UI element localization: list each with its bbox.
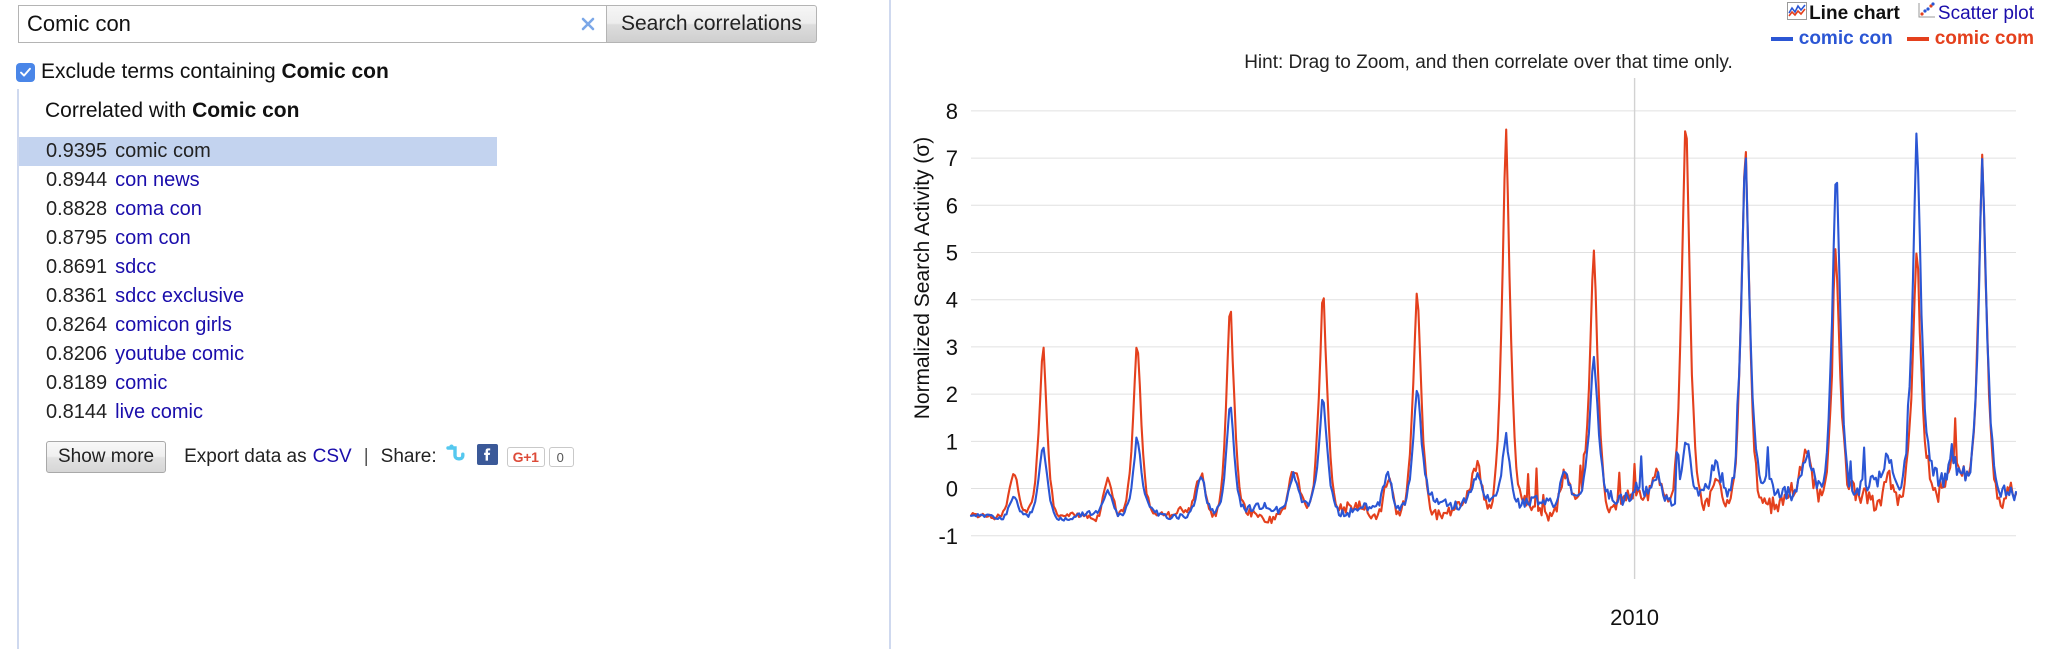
y-axis-tick-label: 6 [946,193,958,218]
tab-line-chart[interactable]: Line chart [1787,2,1900,26]
show-more-button[interactable]: Show more [46,441,167,473]
correlation-value: 0.8828 [46,198,108,220]
correlation-term[interactable]: sdcc exclusive [115,285,244,308]
line-chart-label: Line chart [1809,3,1900,24]
legend-label-comic-com: comic com [1934,28,2034,49]
csv-export-link[interactable]: CSV [313,446,352,468]
result-row-6[interactable]: 0.8264 comicon girls [19,311,672,340]
results-title: Correlated with Comic con [45,99,299,123]
separator: | [363,446,369,467]
y-axis-tick-label: 3 [946,335,958,360]
line-chart-icon [1787,2,1808,26]
correlation-value: 0.8691 [46,256,108,278]
facebook-f-icon[interactable] [476,443,498,471]
chart-mode-toolbar: Line chart Scatter plot [1787,2,2034,26]
correlation-term[interactable]: comicon girls [115,314,232,337]
correlation-value: 0.8206 [46,343,108,365]
correlation-value: 0.9395 [46,140,108,162]
clear-x-icon[interactable] [578,14,598,34]
exclude-label-prefix: Exclude terms containing [41,60,282,83]
result-row-5[interactable]: 0.8361 sdcc exclusive [19,282,672,311]
legend-swatch-red [1906,37,1929,41]
correlation-term[interactable]: con news [115,169,200,192]
results-panel: Correlated with Comic con 0.9395 comic c… [17,89,672,649]
result-row-7[interactable]: 0.8206 youtube comic [19,340,672,369]
x-axis-tick-label: 2010 [1610,605,1659,630]
result-row-3[interactable]: 0.8795 com con [19,224,672,253]
share-label: Share: [380,446,437,467]
chart-legend: comic con comic com [1757,28,2034,50]
correlation-results-list: 0.9395 comic com 0.8944 con news 0.8828 … [19,137,672,427]
correlation-term[interactable]: coma con [115,198,202,221]
export-data-label: Export data as [184,446,307,467]
results-footer: Show more Export data as CSV | Share: G+… [46,441,574,473]
scatter-plot-icon [1916,2,1936,26]
google-plus-one-button[interactable]: G+1 0 [506,447,574,467]
scatter-plot-label: Scatter plot [1937,3,2034,24]
legend-entry-comic-con: comic con [1770,28,1893,50]
result-row-4[interactable]: 0.8691 sdcc [19,253,672,282]
search-correlations-button[interactable]: Search correlations [606,5,817,43]
correlation-value: 0.8189 [46,372,108,394]
twitter-bird-icon[interactable] [445,444,468,470]
result-row-8[interactable]: 0.8189 comic [19,369,672,398]
correlation-value: 0.8144 [46,401,108,423]
series-line-comic-com [969,128,2018,525]
result-row-9[interactable]: 0.8144 live comic [19,398,672,427]
legend-entry-comic-com: comic com [1906,28,2034,50]
correlation-value: 0.8944 [46,169,108,191]
y-axis-tick-label: 7 [946,146,958,171]
chart-plot-area[interactable]: Normalized Search Activity (σ) -1 0 1 2 3 4 5 6… [891,78,2048,649]
exclude-term: Comic con [281,60,389,83]
y-axis-tick-label: 5 [946,241,958,266]
correlation-value: 0.8795 [46,227,108,249]
correlation-term[interactable]: sdcc [115,256,156,279]
google-correlate-page: Search correlations Exclude terms contai… [0,0,2048,649]
exclude-terms-row[interactable]: Exclude terms containing Comic con [16,60,389,84]
results-title-prefix: Correlated with [45,99,193,122]
gplus-count: 0 [548,447,574,467]
result-row-2[interactable]: 0.8828 coma con [19,195,672,224]
search-row: Search correlations [18,5,817,43]
exclude-terms-label: Exclude terms containing Comic con [41,60,389,84]
correlation-value: 0.8361 [46,285,108,307]
y-axis-tick-label: -1 [938,524,958,549]
y-axis-tick-label: 8 [946,99,958,124]
search-box [18,5,606,43]
correlation-term[interactable]: comic com [115,140,211,163]
y-axis-tick-label: 4 [946,288,958,313]
y-axis-tick-label: 0 [946,477,958,502]
correlation-term[interactable]: com con [115,227,191,250]
chart-svg[interactable]: -1 0 1 2 3 4 5 6 7 8 2010 [891,78,2048,649]
result-row-1[interactable]: 0.8944 con news [19,166,672,195]
tab-scatter-plot[interactable]: Scatter plot [1916,2,2034,26]
exclude-terms-checkbox[interactable] [16,62,35,82]
legend-label-comic-con: comic con [1798,28,1893,49]
correlation-term[interactable]: youtube comic [115,343,244,366]
series-line-comic-con [969,132,2018,522]
y-axis-tick-label: 1 [946,429,958,454]
chart-hint: Hint: Drag to Zoom, and then correlate o… [891,52,2048,74]
legend-swatch-blue [1770,37,1793,41]
correlation-term[interactable]: comic [115,372,167,395]
search-input[interactable] [19,6,606,42]
result-row-0[interactable]: 0.9395 comic com [19,137,497,166]
chart-panel: Line chart Scatter plot comic con comic … [891,0,2048,649]
gplus-label: G+1 [506,447,545,467]
chart-hint-text: Hint: Drag to Zoom, and then correlate o… [1244,52,1733,73]
correlation-value: 0.8264 [46,314,108,336]
left-panel: Search correlations Exclude terms contai… [0,0,890,649]
results-title-term: Comic con [192,99,300,122]
correlation-term[interactable]: live comic [115,401,203,424]
y-axis-tick-label: 2 [946,382,958,407]
